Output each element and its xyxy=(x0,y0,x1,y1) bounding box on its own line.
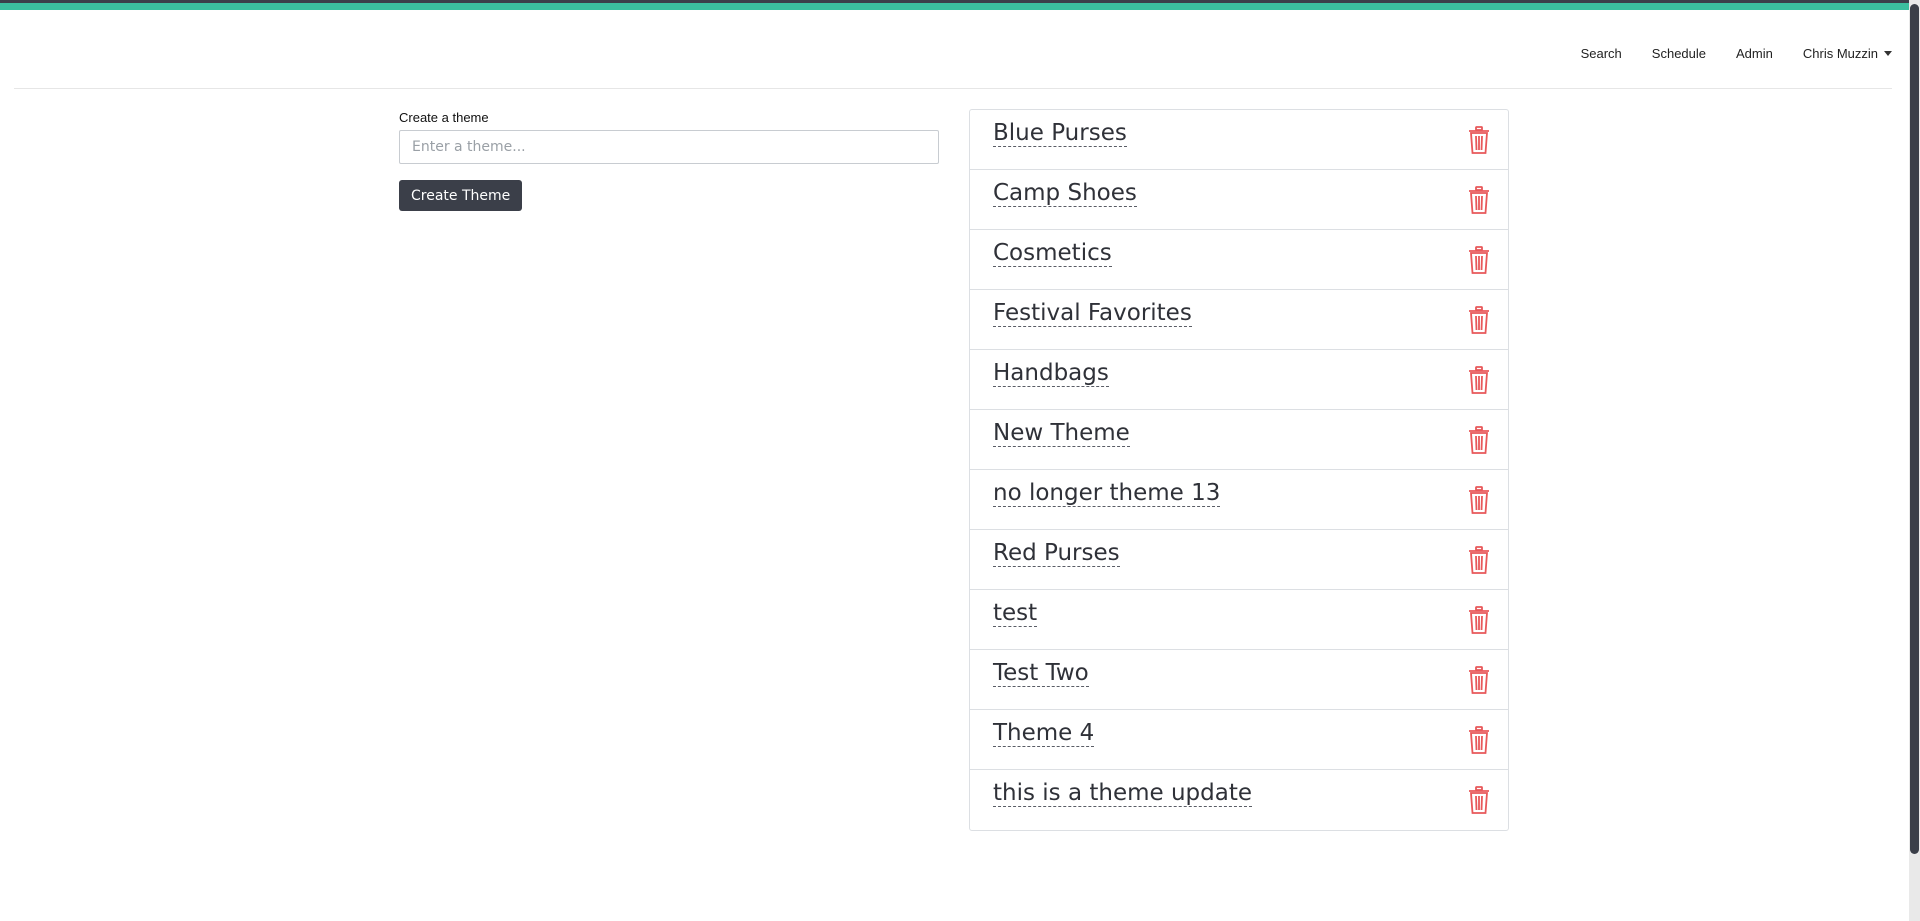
theme-name-editable[interactable]: Red Purses xyxy=(993,540,1120,567)
theme-list-item: New Theme xyxy=(970,410,1508,470)
trash-icon[interactable] xyxy=(1468,126,1490,154)
theme-name-editable[interactable]: Cosmetics xyxy=(993,240,1112,267)
top-accent-bar xyxy=(0,0,1920,10)
trash-icon[interactable] xyxy=(1468,186,1490,214)
trash-icon[interactable] xyxy=(1468,306,1490,334)
nav-links: Search Schedule Admin Chris Muzzin xyxy=(1566,46,1892,61)
scrollbar-thumb[interactable] xyxy=(1910,4,1919,854)
theme-list-item: Cosmetics xyxy=(970,230,1508,290)
theme-name-editable[interactable]: no longer theme 13 xyxy=(993,480,1221,507)
create-theme-panel: Create a theme Create Theme xyxy=(399,110,939,211)
trash-icon[interactable] xyxy=(1468,786,1490,814)
theme-list-item: this is a theme update xyxy=(970,770,1508,830)
nav-schedule-link[interactable]: Schedule xyxy=(1637,46,1721,61)
theme-name-editable[interactable]: test xyxy=(993,600,1038,627)
theme-list-item: Red Purses xyxy=(970,530,1508,590)
theme-name-editable[interactable]: Test Two xyxy=(993,660,1089,687)
trash-icon[interactable] xyxy=(1468,546,1490,574)
trash-icon[interactable] xyxy=(1468,246,1490,274)
theme-list-item: Camp Shoes xyxy=(970,170,1508,230)
trash-icon[interactable] xyxy=(1468,486,1490,514)
theme-name-input[interactable] xyxy=(399,130,939,164)
trash-icon[interactable] xyxy=(1468,366,1490,394)
theme-name-editable[interactable]: Theme 4 xyxy=(993,720,1095,747)
nav-admin-link[interactable]: Admin xyxy=(1721,46,1788,61)
theme-list-item: Theme 4 xyxy=(970,710,1508,770)
theme-list-item: test xyxy=(970,590,1508,650)
user-name: Chris Muzzin xyxy=(1802,46,1878,61)
page-scrollbar[interactable] xyxy=(1909,0,1920,921)
theme-list: Blue Purses Camp Shoes Cosmetics Festival F… xyxy=(969,109,1509,831)
theme-list-item: Handbags xyxy=(970,350,1508,410)
create-theme-button[interactable]: Create Theme xyxy=(399,180,523,211)
theme-name-editable[interactable]: Blue Purses xyxy=(993,120,1127,147)
theme-name-editable[interactable]: this is a theme update xyxy=(993,780,1253,807)
trash-icon[interactable] xyxy=(1468,606,1490,634)
theme-name-editable[interactable]: Handbags xyxy=(993,360,1109,387)
theme-name-editable[interactable]: Camp Shoes xyxy=(993,180,1137,207)
theme-list-item: Festival Favorites xyxy=(970,290,1508,350)
trash-icon[interactable] xyxy=(1468,726,1490,754)
trash-icon[interactable] xyxy=(1468,666,1490,694)
theme-list-item: Blue Purses xyxy=(970,110,1508,170)
user-menu-dropdown[interactable]: Chris Muzzin xyxy=(1788,46,1892,61)
create-theme-label: Create a theme xyxy=(399,110,489,125)
caret-down-icon xyxy=(1884,51,1892,56)
nav-search-link[interactable]: Search xyxy=(1566,46,1637,61)
trash-icon[interactable] xyxy=(1468,426,1490,454)
theme-name-editable[interactable]: New Theme xyxy=(993,420,1130,447)
top-accent-strip xyxy=(0,3,1920,10)
theme-list-item: Test Two xyxy=(970,650,1508,710)
navbar: Search Schedule Admin Chris Muzzin xyxy=(14,10,1892,89)
theme-name-editable[interactable]: Festival Favorites xyxy=(993,300,1192,327)
theme-list-item: no longer theme 13 xyxy=(970,470,1508,530)
